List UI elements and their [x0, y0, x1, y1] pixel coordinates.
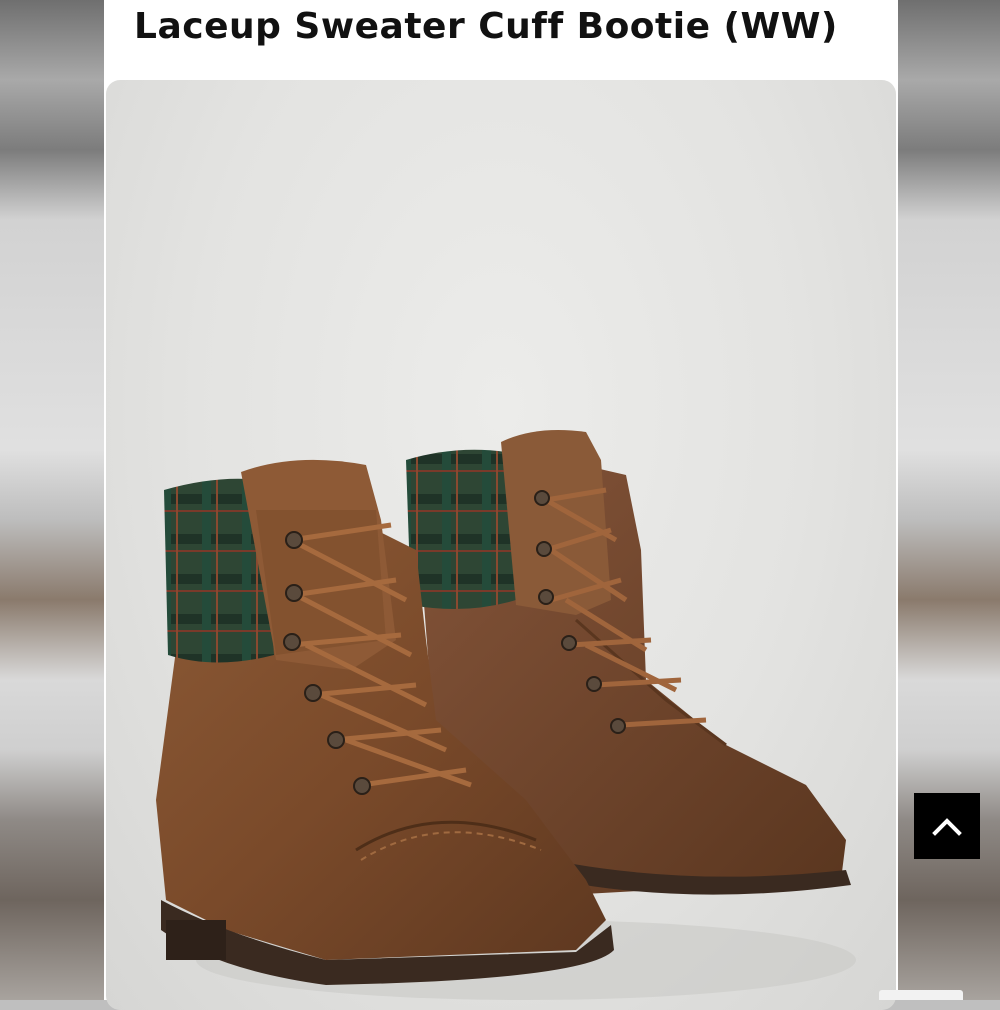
- product-title: Laceup Sweater Cuff Bootie (WW): [134, 6, 838, 47]
- scroll-to-top-button[interactable]: [914, 793, 980, 859]
- chevron-up-icon: [932, 818, 962, 836]
- bottom-tab-edge: [879, 990, 963, 1000]
- product-panel: Laceup Sweater Cuff Bootie (WW): [104, 0, 980, 1010]
- blurred-backdrop-left: [0, 0, 104, 1000]
- product-image[interactable]: [106, 80, 896, 1010]
- boots-illustration: [156, 429, 856, 1000]
